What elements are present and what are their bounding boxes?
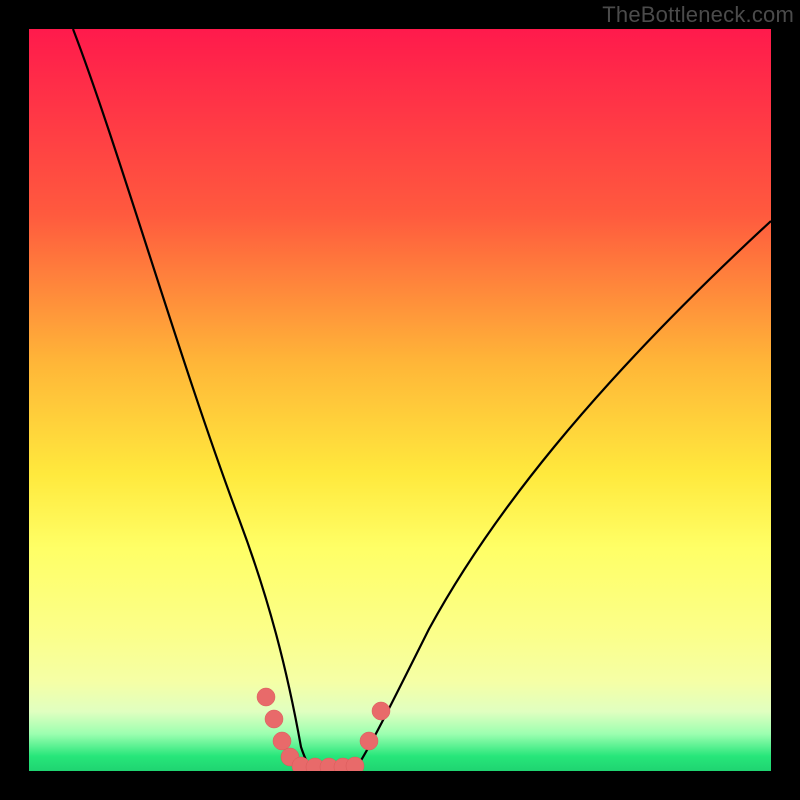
plot-area [29, 29, 771, 771]
watermark-text: TheBottleneck.com [602, 2, 794, 28]
markers [257, 688, 390, 771]
curve-left [73, 29, 313, 771]
chart-frame: TheBottleneck.com [0, 0, 800, 800]
curve-layer [29, 29, 771, 771]
curve-right [355, 221, 771, 770]
